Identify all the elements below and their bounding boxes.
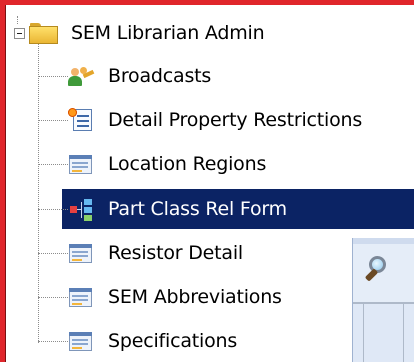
tree-item-label: Resistor Detail xyxy=(108,242,244,264)
tree-item-label: Location Regions xyxy=(108,153,267,175)
folder-icon xyxy=(29,22,58,44)
form-icon xyxy=(68,152,94,176)
collapse-icon[interactable] xyxy=(14,27,25,39)
tree-item-label: Broadcasts xyxy=(108,65,212,87)
tree-root-label: SEM Librarian Admin xyxy=(71,22,265,44)
hierarchy-icon xyxy=(68,197,94,221)
preview-panel xyxy=(352,238,414,362)
tree-item-label: Part Class Rel Form xyxy=(108,198,287,220)
tree-item-label: SEM Abbreviations xyxy=(108,286,282,308)
broadcast-users-icon xyxy=(68,64,95,88)
tree-item-label: Specifications xyxy=(108,330,238,352)
tree-item-location-regions[interactable]: Location Regions xyxy=(38,144,414,184)
tree-root-sem-librarian-admin[interactable]: SEM Librarian Admin xyxy=(14,14,265,52)
tree-item-part-class-rel-form[interactable]: Part Class Rel Form xyxy=(38,189,414,229)
form-icon xyxy=(68,241,94,265)
tree-item-detail-property-restrictions[interactable]: Detail Property Restrictions xyxy=(38,100,414,140)
form-icon xyxy=(68,329,94,353)
tree-item-label: Detail Property Restrictions xyxy=(108,109,363,131)
form-icon xyxy=(68,285,94,309)
document-list-icon xyxy=(68,108,94,132)
search-icon[interactable] xyxy=(364,254,397,286)
grid-header xyxy=(353,302,414,362)
tree-item-broadcasts[interactable]: Broadcasts xyxy=(38,56,414,96)
